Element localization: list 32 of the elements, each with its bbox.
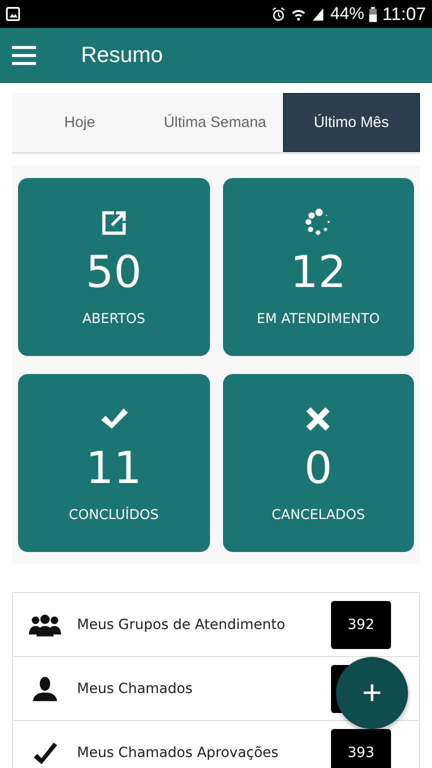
clock-time: 11:07 <box>382 4 426 24</box>
tab[interactable]: Última Semana <box>147 93 283 152</box>
summary-card[interactable]: 0 CANCELADOS <box>222 374 414 552</box>
menu-icon <box>12 45 36 65</box>
card-label: ABERTOS <box>82 311 146 327</box>
count-badge: 392 <box>331 600 391 648</box>
list-item[interactable]: Meus Grupos de Atendimento 392 <box>13 593 419 657</box>
card-count: 50 <box>86 251 142 295</box>
add-button[interactable]: + <box>336 657 408 729</box>
item-label: Meus Chamados Aprovações <box>77 744 280 760</box>
image-icon <box>6 7 20 21</box>
summary-card[interactable]: 50 ABERTOS <box>18 178 210 356</box>
summary-card[interactable]: 12 EM ATENDIMENTO <box>222 178 414 356</box>
card-count: 0 <box>304 447 332 491</box>
card-count: 12 <box>290 251 346 295</box>
card-label: CANCELADOS <box>272 507 365 523</box>
tab[interactable]: Último Mês <box>282 93 420 152</box>
battery-percent: 44% <box>330 4 364 24</box>
item-label: Meus Chamados <box>77 680 194 696</box>
item-label: Meus Grupos de Atendimento <box>77 616 286 632</box>
menu-button[interactable] <box>12 45 36 65</box>
count-badge: 393 <box>331 728 391 768</box>
card-label: CONCLUÍDOS <box>68 507 159 523</box>
tab[interactable]: Hoje <box>12 93 148 152</box>
card-label: EM ATENDIMENTO <box>256 311 380 327</box>
signal-icon <box>311 6 326 22</box>
card-count: 11 <box>86 447 142 491</box>
app-title: Resumo <box>81 42 163 68</box>
alarm-icon <box>271 6 286 22</box>
group-icon <box>28 612 62 638</box>
summary-card[interactable]: 11 CONCLUÍDOS <box>18 374 210 552</box>
battery-icon <box>369 6 378 22</box>
